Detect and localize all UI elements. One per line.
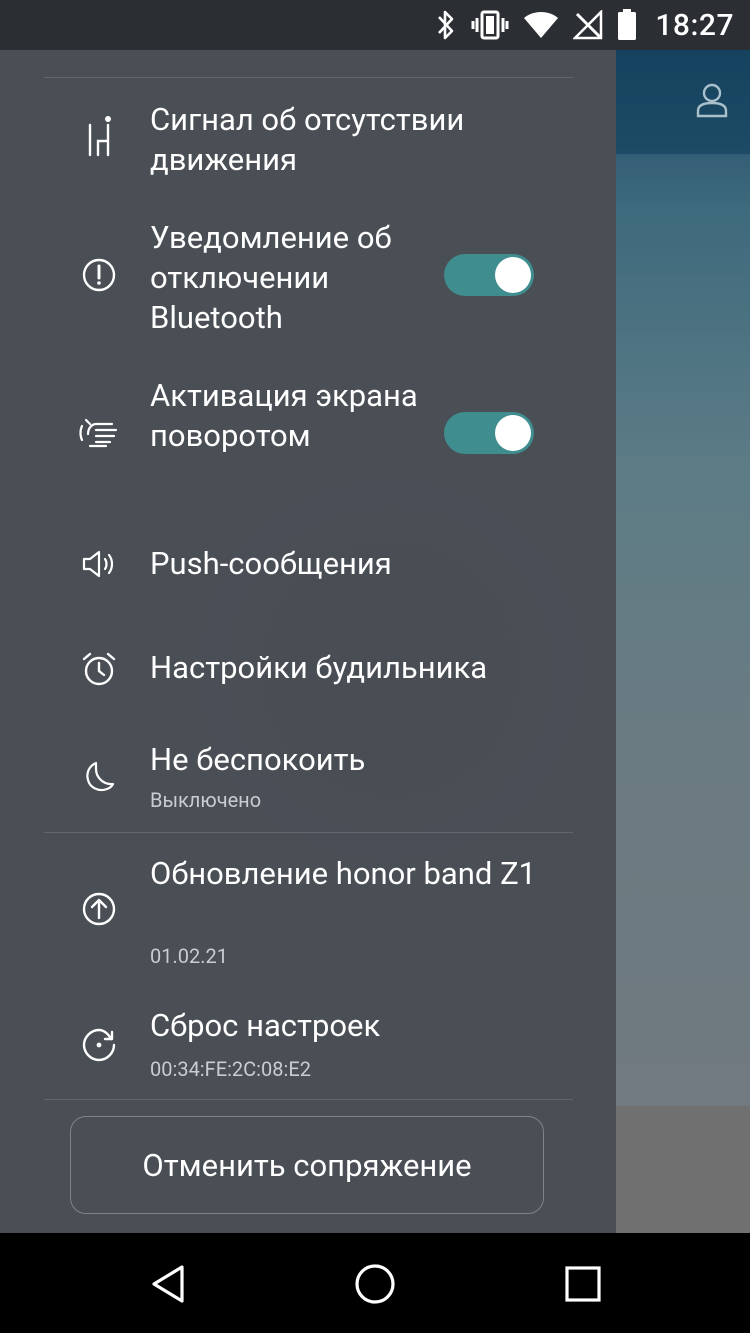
bluetooth-alert-toggle[interactable] [444,254,534,296]
menu-item-label: Сигнал об отсутствии движения [150,101,465,178]
menu-item-label: Уведомление об отключении Bluetooth [150,219,392,336]
status-icons: 18:27 [435,0,734,50]
speaker-icon [78,543,120,585]
wifi-icon [523,10,559,40]
menu-item-push-notifications[interactable]: Push-сообщения [0,528,616,608]
home-icon[interactable] [352,1261,398,1307]
menu-item-label: Сброс настроек [150,1007,381,1044]
menu-item-inactivity-alert[interactable]: Сигнал об отсутствии движения [0,92,616,192]
menu-item-label: Обновление honor band Z1 [150,855,537,892]
status-time: 18:27 [655,7,734,43]
vibrate-icon [471,10,509,40]
alert-circle-icon [78,254,120,296]
menu-item-label: Настройки будильника [150,649,488,686]
menu-item-label: Не беспокоить [150,741,366,778]
divider [44,1099,573,1100]
recents-icon[interactable] [560,1261,606,1307]
menu-item-alarm-settings[interactable]: Настройки будильника [0,632,616,712]
back-icon[interactable] [146,1261,192,1307]
hand-gesture-icon [78,412,120,454]
reset-icon [78,1024,120,1066]
unpair-button[interactable]: Отменить сопряжение [70,1116,544,1214]
menu-item-sublabel: Выключено [150,788,262,812]
profile-icon[interactable] [696,82,728,122]
status-bar: 18:27 [0,0,750,50]
navigation-bar [0,1233,750,1333]
battery-icon [617,9,637,41]
menu-item-bluetooth-disconnect-alert[interactable]: Уведомление об отключении Bluetooth [0,214,616,338]
wrist-wake-toggle[interactable] [444,412,534,454]
divider [44,77,573,78]
toggle-thumb [495,257,531,293]
no-signal-icon [573,10,603,40]
settings-drawer: Сигнал об отсутствии движения Уведомлени… [0,50,616,1233]
person-sitting-icon [78,116,120,158]
menu-item-do-not-disturb[interactable]: Не беспокоить Выключено [0,730,616,820]
alarm-clock-icon [78,648,120,690]
menu-item-wrist-wake[interactable]: Активация экрана поворотом [0,372,616,496]
toggle-thumb [495,415,531,451]
menu-item-firmware-update[interactable]: Обновление honor band Z1 01.02.21 [0,850,616,974]
menu-item-sublabel: 01.02.21 [150,944,228,968]
divider [44,832,573,833]
upload-circle-icon [78,888,120,930]
menu-item-label: Активация экрана поворотом [150,377,418,454]
menu-item-sublabel: 00:34:FE:2C:08:E2 [150,1057,311,1081]
menu-item-label: Push-сообщения [150,545,392,582]
screen: 18:27 Сигнал об отсутствии движения Увед… [0,0,750,1333]
bluetooth-icon [435,9,457,41]
menu-item-factory-reset[interactable]: Сброс настроек 00:34:FE:2C:08:E2 [0,1004,616,1090]
moon-icon [78,756,120,798]
